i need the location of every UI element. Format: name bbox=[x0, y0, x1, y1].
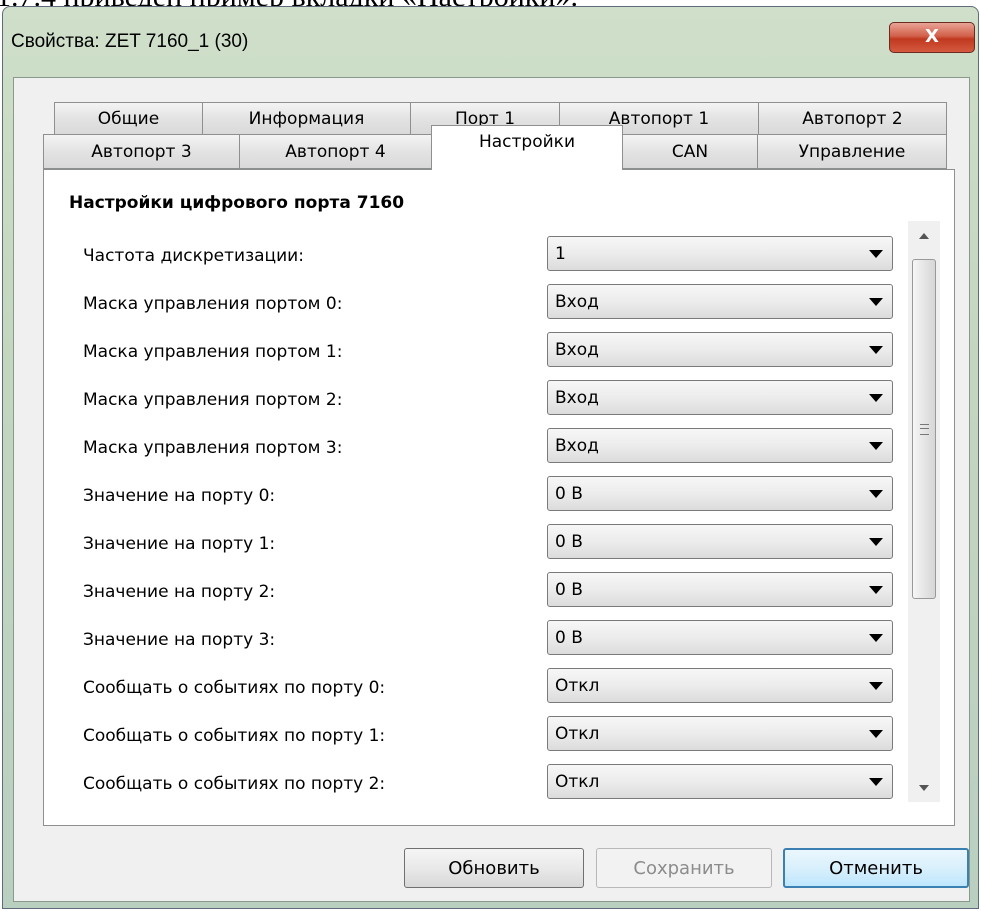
tab-control[interactable]: Управление bbox=[757, 134, 947, 169]
select-value: Откл bbox=[555, 772, 600, 792]
close-icon: X bbox=[925, 26, 939, 47]
port3-value-select[interactable]: 0 В bbox=[547, 620, 893, 655]
chevron-down-icon bbox=[869, 634, 883, 642]
chevron-down-icon bbox=[869, 346, 883, 354]
setting-label-port0-mask: Маска управления портом 0: bbox=[83, 294, 343, 314]
chevron-down-icon bbox=[869, 394, 883, 402]
chevron-down-icon bbox=[869, 730, 883, 738]
tab-settings[interactable]: Настройки bbox=[431, 125, 623, 170]
select-value: 1 bbox=[555, 244, 566, 264]
tab-label: CAN bbox=[671, 141, 709, 162]
setting-label-port1-mask: Маска управления портом 1: bbox=[83, 342, 343, 362]
setting-label-port0-value: Значение на порту 0: bbox=[83, 486, 276, 506]
setting-label-port2-value: Значение на порту 2: bbox=[83, 582, 276, 602]
close-button[interactable]: X bbox=[889, 22, 975, 53]
tab-label: Настройки bbox=[478, 132, 575, 152]
sample-rate-select[interactable]: 1 bbox=[547, 236, 893, 271]
setting-label-port2-mask: Маска управления портом 2: bbox=[83, 390, 343, 410]
settings-group-title: Настройки цифрового порта 7160 bbox=[69, 193, 405, 213]
refresh-button-label: Обновить bbox=[448, 857, 540, 879]
chevron-down-icon bbox=[869, 442, 883, 450]
port2-mask-select[interactable]: Вход bbox=[547, 380, 893, 415]
port1-mask-select[interactable]: Вход bbox=[547, 332, 893, 367]
settings-panel: Настройки цифрового порта 7160 Частота д… bbox=[43, 169, 955, 826]
select-value: 0 В bbox=[555, 532, 583, 552]
port1-events-select[interactable]: Откл bbox=[547, 716, 893, 751]
tab-label: Автопорт 2 bbox=[802, 108, 903, 129]
chevron-down-icon bbox=[869, 586, 883, 594]
port0-value-select[interactable]: 0 В bbox=[547, 476, 893, 511]
select-value: 0 В bbox=[555, 484, 583, 504]
chevron-down-icon bbox=[869, 538, 883, 546]
grip-icon bbox=[920, 424, 929, 435]
select-value: Откл bbox=[555, 676, 600, 696]
setting-label-port2-events: Сообщать о событиях по порту 2: bbox=[83, 774, 386, 794]
cancel-button-label: Отменить bbox=[829, 857, 923, 879]
tab-general[interactable]: Общие bbox=[54, 102, 203, 135]
chevron-down-icon bbox=[869, 250, 883, 258]
tab-autoport-3[interactable]: Автопорт 3 bbox=[43, 134, 240, 169]
port3-mask-select[interactable]: Вход bbox=[547, 428, 893, 463]
select-value: Вход bbox=[555, 340, 599, 360]
select-value: 0 В bbox=[555, 580, 583, 600]
setting-label-port3-mask: Маска управления портом 3: bbox=[83, 438, 343, 458]
arrow-up-icon[interactable] bbox=[908, 221, 940, 253]
tab-label: Информация bbox=[248, 108, 365, 129]
properties-window: Свойства: ZET 7160_1 (30) X Общие Информ… bbox=[2, 6, 979, 909]
select-value: Вход bbox=[555, 436, 599, 456]
chevron-down-icon bbox=[869, 778, 883, 786]
chevron-down-icon bbox=[869, 490, 883, 498]
tab-label: Общие bbox=[97, 108, 160, 129]
window-title: Свойства: ZET 7160_1 (30) bbox=[11, 31, 249, 52]
tab-label: Автопорт 1 bbox=[608, 108, 710, 129]
tab-label: Управление bbox=[798, 141, 906, 162]
tab-label: Автопорт 4 bbox=[285, 141, 386, 162]
port2-value-select[interactable]: 0 В bbox=[547, 572, 893, 607]
port0-mask-select[interactable]: Вход bbox=[547, 284, 893, 319]
port1-value-select[interactable]: 0 В bbox=[547, 524, 893, 559]
arrow-down-icon[interactable] bbox=[908, 771, 940, 802]
setting-label-sample-rate: Частота дискретизации: bbox=[83, 246, 304, 266]
refresh-button[interactable]: Обновить bbox=[404, 848, 584, 888]
tab-information[interactable]: Информация bbox=[202, 102, 411, 135]
tab-autoport-4[interactable]: Автопорт 4 bbox=[239, 134, 432, 169]
cancel-button[interactable]: Отменить bbox=[783, 848, 969, 888]
tab-label: Автопорт 3 bbox=[91, 141, 192, 162]
scrollbar-thumb[interactable] bbox=[912, 259, 936, 599]
settings-list: Настройки цифрового порта 7160 Частота д… bbox=[45, 171, 953, 802]
setting-label-port1-events: Сообщать о событиях по порту 1: bbox=[83, 726, 386, 746]
setting-label-port0-events: Сообщать о событиях по порту 0: bbox=[83, 678, 386, 698]
setting-label-port1-value: Значение на порту 1: bbox=[83, 534, 276, 554]
port2-events-select[interactable]: Откл bbox=[547, 764, 893, 799]
chevron-down-icon bbox=[869, 682, 883, 690]
select-value: Вход bbox=[555, 388, 599, 408]
port0-events-select[interactable]: Откл bbox=[547, 668, 893, 703]
select-value: Вход bbox=[555, 292, 599, 312]
select-value: 0 В bbox=[555, 628, 583, 648]
save-button-label: Сохранить bbox=[633, 857, 735, 879]
setting-label-port3-value: Значение на порту 3: bbox=[83, 630, 276, 650]
chevron-down-icon bbox=[869, 298, 883, 306]
select-value: Откл bbox=[555, 724, 600, 744]
vertical-scrollbar[interactable] bbox=[908, 221, 940, 802]
tab-can[interactable]: CAN bbox=[622, 134, 758, 169]
save-button[interactable]: Сохранить bbox=[596, 848, 772, 888]
tab-autoport-2[interactable]: Автопорт 2 bbox=[758, 102, 947, 135]
